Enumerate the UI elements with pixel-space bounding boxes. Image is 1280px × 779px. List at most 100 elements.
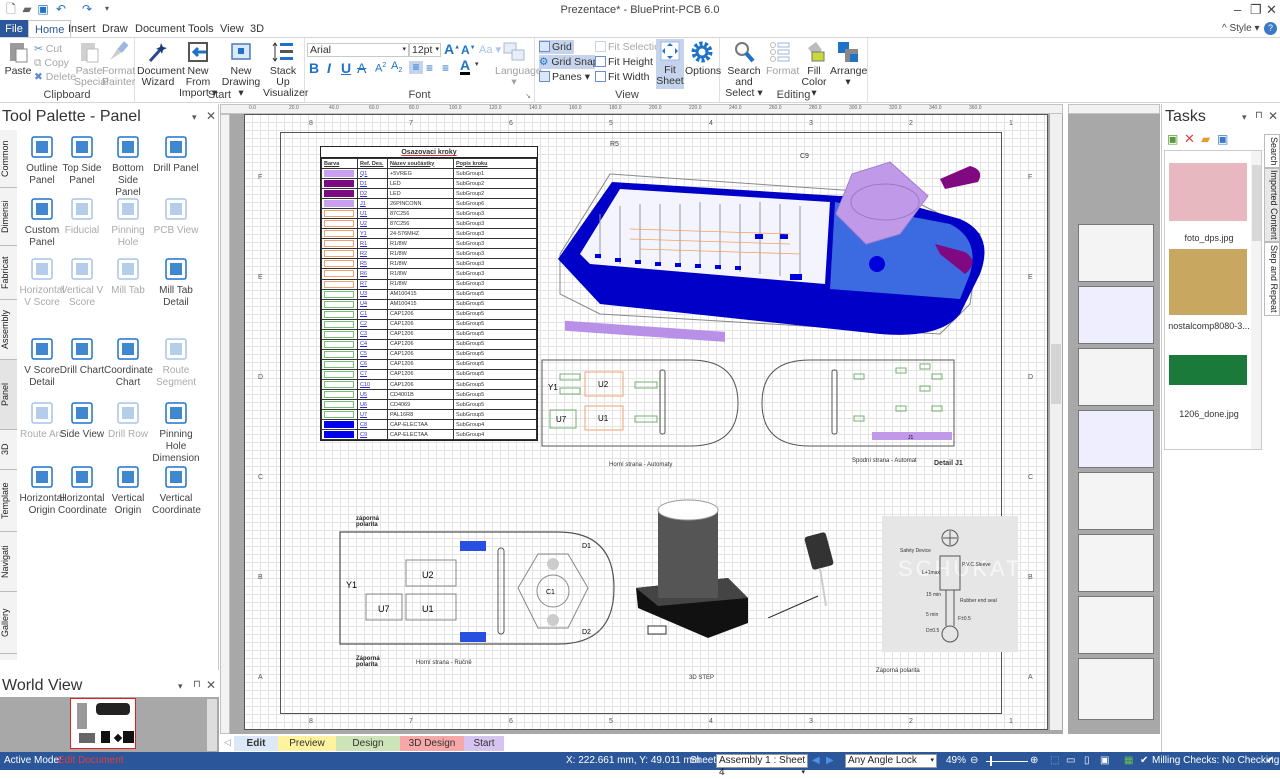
tool-side-view[interactable]: Side View: [58, 400, 106, 441]
side-tab-navigation[interactable]: Navigati: [0, 532, 17, 592]
arrange-button[interactable]: Arrange ▾: [830, 40, 867, 88]
delete-button[interactable]: ✖ Delete: [34, 70, 76, 84]
tasks-menu-icon[interactable]: ▾: [1242, 112, 1247, 123]
bom-row[interactable]: U1 87C256 SubGroup3: [321, 208, 537, 220]
bom-row[interactable]: R2 R1/8W SubGroup3: [321, 248, 537, 260]
bom-ref[interactable]: R7: [357, 278, 388, 290]
style-menu[interactable]: ^ Style ▾: [1222, 23, 1260, 34]
thumbnail-sheet-1[interactable]: [1078, 224, 1154, 282]
bom-row[interactable]: C7 CAP1206 SubGroup5: [321, 368, 537, 380]
bom-ref[interactable]: C2: [357, 318, 388, 330]
tool-vertical-v-score[interactable]: Vertical V Score: [58, 256, 106, 309]
zoom-out-icon[interactable]: ⊖: [970, 755, 978, 766]
zoom-slider[interactable]: [986, 761, 1028, 762]
superscript-icon[interactable]: A2: [375, 62, 386, 75]
bottom-side-automat-board[interactable]: J1: [760, 358, 956, 448]
side-tab-panel[interactable]: Panel: [0, 360, 17, 430]
bom-ref[interactable]: Y1: [357, 228, 388, 240]
zoom-in-icon[interactable]: ⊕: [1030, 755, 1038, 766]
tool-drill-panel[interactable]: Drill Panel: [152, 134, 200, 175]
tab-3d[interactable]: 3D: [244, 20, 270, 38]
sheet-tab-preview[interactable]: Preview: [278, 736, 336, 751]
world-view-viewport[interactable]: [70, 698, 136, 749]
close-tasks-icon[interactable]: ✕: [1268, 109, 1278, 123]
thumbnail-sheet-5[interactable]: [1078, 472, 1154, 530]
strikethrough-icon[interactable]: A: [357, 60, 366, 76]
thumbnail-sheet-4[interactable]: [1078, 410, 1154, 468]
close-panel-icon[interactable]: ✕: [206, 109, 216, 123]
bom-ref[interactable]: R2: [357, 248, 388, 260]
bom-row[interactable]: C2 CAP1206 SubGroup5: [321, 318, 537, 330]
format-painter-button[interactable]: Format Painter: [102, 40, 135, 88]
underline-icon[interactable]: U: [341, 60, 351, 76]
capacitor-3d-step[interactable]: [628, 498, 758, 648]
status-check-icon[interactable]: ✔: [1266, 755, 1274, 766]
world-view-zoom-slider[interactable]: [207, 699, 217, 751]
language-button[interactable]: Language ▾: [495, 40, 542, 88]
side-tab-template[interactable]: Template: [0, 470, 17, 532]
paste-button[interactable]: Paste: [4, 40, 32, 77]
bom-ref[interactable]: D1: [357, 178, 388, 190]
sheet-tab-edit[interactable]: Edit: [234, 736, 278, 751]
prev-sheet-icon[interactable]: ◀: [812, 755, 820, 766]
sheet-tab-design[interactable]: Design: [336, 736, 400, 751]
bom-ref[interactable]: C3: [357, 328, 388, 340]
bom-ref[interactable]: C6: [357, 358, 388, 370]
font-dialog-launcher-icon[interactable]: ↘: [525, 92, 531, 100]
top-side-manual-board[interactable]: Y1 U2 U7 U1 C1 D1 D2: [338, 528, 618, 650]
scrollbar-thumb[interactable]: [1051, 344, 1061, 404]
bom-row[interactable]: U4 AM100415 SubGroup5: [321, 298, 537, 310]
align-right-icon[interactable]: ≡: [442, 61, 449, 75]
drawing-sheet[interactable]: 8 8 7 7 6 6 5 5 4 4 3 3 2 2 1 1 F F E E D D C C B B A A Osazovaci k…: [244, 114, 1048, 730]
drc-icon[interactable]: ▦: [1124, 755, 1133, 766]
bom-row[interactable]: U7 PAL16R8 SubGroup5: [321, 409, 537, 421]
grid-snap-toggle[interactable]: ⚙ Grid Snap: [539, 55, 599, 69]
drawing-canvas[interactable]: 0.0 20.0 40.0 60.0 80.0 100.0 120.0 140.0 160.0 1…: [220, 104, 1063, 734]
minimize-button[interactable]: –: [1234, 2, 1241, 17]
bom-row[interactable]: R7 R1/8W SubGroup3: [321, 278, 537, 290]
side-tab-step-repeat[interactable]: Step and Repeat: [1264, 242, 1280, 316]
side-tab-fabrication[interactable]: Fabricat: [0, 246, 17, 300]
font-family-select[interactable]: Arial ▾: [307, 43, 409, 57]
font-color-icon[interactable]: A: [460, 58, 471, 75]
bom-row[interactable]: C9 CAP-ELECTAA SubGroup4: [321, 429, 537, 441]
document-wizard-button[interactable]: Document Wizard: [137, 40, 185, 88]
pcb-3d-render[interactable]: R5 C9: [540, 134, 1000, 364]
thumbnail-sheet-3[interactable]: [1078, 348, 1154, 406]
align-center-icon[interactable]: ≡: [426, 61, 433, 75]
bom-ref[interactable]: R1: [357, 238, 388, 250]
bom-ref[interactable]: Q1: [357, 167, 388, 180]
open-folder-icon[interactable]: ▰: [1201, 132, 1210, 146]
tool-mill-tab[interactable]: Mill Tab: [104, 256, 152, 297]
remove-icon[interactable]: ✕: [1184, 131, 1195, 147]
tab-scroll-left-icon[interactable]: ◁: [224, 737, 231, 748]
font-color-dropdown[interactable]: ▾: [475, 60, 479, 68]
cut-button[interactable]: ✂ Cut: [34, 42, 62, 56]
font-size-select[interactable]: 12pt ▾: [409, 43, 441, 57]
format-button[interactable]: Format: [766, 40, 799, 77]
angle-lock-select[interactable]: Any Angle Lock ▾: [845, 754, 937, 768]
bom-row[interactable]: J1 26PINCONN SubGroup6: [321, 198, 537, 210]
view-mode-icon-3[interactable]: ▯: [1084, 755, 1090, 766]
bom-ref[interactable]: C8: [357, 419, 388, 431]
zoom-slider-handle[interactable]: [990, 756, 992, 766]
bom-ref[interactable]: R5: [357, 258, 388, 270]
bom-ref[interactable]: C4: [357, 338, 388, 350]
tool-pcb-view[interactable]: PCB View: [152, 196, 200, 237]
sheet-tab-3d-design[interactable]: 3D Design: [400, 736, 464, 751]
fit-width-button[interactable]: Fit Width: [595, 70, 649, 84]
tool-vertical-origin[interactable]: Vertical Origin: [104, 464, 152, 517]
tool-fiducial[interactable]: Fiducial: [58, 196, 106, 237]
bom-row[interactable]: C5 CAP1206 SubGroup5: [321, 348, 537, 360]
bom-row[interactable]: R5 R1/8W SubGroup3: [321, 258, 537, 270]
tasks-scroll-thumb[interactable]: [1252, 165, 1261, 241]
tasks-pin-icon[interactable]: ⊓: [1255, 110, 1263, 121]
bom-ref[interactable]: U5: [357, 389, 388, 401]
sheet-tab-start[interactable]: Start: [464, 736, 504, 751]
add-image-icon[interactable]: ▣: [1167, 132, 1178, 146]
copy-button[interactable]: ⧉ Copy: [34, 56, 69, 70]
bom-ref[interactable]: U3: [357, 288, 388, 300]
bom-row[interactable]: R1 R1/8W SubGroup3: [321, 238, 537, 250]
top-side-automat-board[interactable]: Y1 U2 U7 U1: [540, 358, 740, 448]
tool-top-side-panel[interactable]: Top Side Panel: [58, 134, 106, 187]
